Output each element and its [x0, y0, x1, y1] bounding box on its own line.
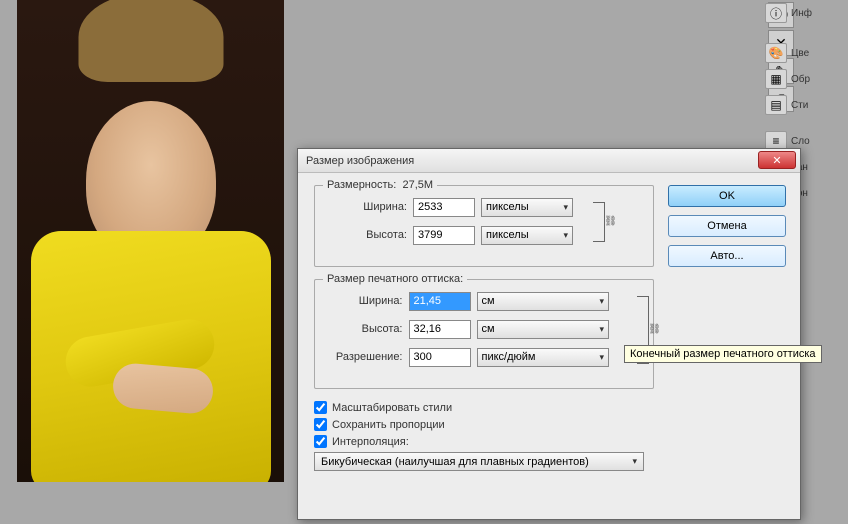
scale-styles-checkbox[interactable]	[314, 401, 327, 414]
doc-height-unit[interactable]: см	[477, 320, 610, 339]
photo-content	[78, 0, 223, 82]
constrain-label: Сохранить пропорции	[332, 419, 445, 431]
chain-icon[interactable]: ⛓	[648, 324, 661, 335]
chain-icon[interactable]: ⛓	[604, 216, 617, 227]
pixel-height-input[interactable]	[413, 226, 475, 245]
constrain-checkbox[interactable]	[314, 418, 327, 431]
styles-panel-icon: ▤	[765, 95, 787, 115]
height-label: Высота:	[329, 229, 407, 241]
panel-label: Инф	[791, 8, 812, 19]
resolution-unit[interactable]: пикс/дюйм	[477, 348, 610, 367]
pixel-dimensions-legend: Размерность: 27,5M	[323, 179, 437, 191]
doc-height-input[interactable]	[409, 320, 471, 339]
info-panel-icon: ⓘ	[765, 3, 787, 23]
resolution-row: Разрешение: пикс/дюйм	[329, 346, 609, 368]
tooltip: Конечный размер печатного оттиска	[624, 345, 822, 363]
panel-label: Цве	[791, 48, 809, 59]
auto-button[interactable]: Авто...	[668, 245, 786, 267]
dialog-buttons: OK Отмена Авто...	[668, 185, 786, 275]
color-panel-icon: 🎨	[765, 43, 787, 63]
panel-swatches[interactable]: ▦ Обр	[763, 66, 848, 92]
document-size-legend: Размер печатного оттиска:	[323, 273, 467, 285]
resample-method-select[interactable]: Бикубическая (наилучшая для плавных град…	[314, 452, 644, 471]
pixel-height-unit[interactable]: пикселы	[481, 226, 573, 245]
pixel-width-row: Ширина: пикселы	[329, 196, 609, 218]
doc-width-row: Ширина: см	[329, 290, 609, 312]
document-photo[interactable]	[17, 0, 284, 482]
width-label: Ширина:	[329, 201, 407, 213]
panel-label: Сти	[791, 100, 808, 111]
link-bracket	[593, 202, 605, 242]
panel-color[interactable]: 🎨 Цве	[763, 40, 848, 66]
resample-row: Интерполяция:	[314, 435, 784, 448]
width-label: Ширина:	[329, 295, 403, 307]
dialog-titlebar[interactable]: Размер изображения ✕	[298, 149, 800, 173]
document-size-fieldset: Размер печатного оттиска: Ширина: см Выс…	[314, 279, 654, 389]
pixel-height-row: Высота: пикселы	[329, 224, 609, 246]
panel-label: Обр	[791, 74, 810, 85]
dialog-title: Размер изображения	[306, 155, 414, 167]
resolution-label: Разрешение:	[329, 351, 403, 363]
resample-checkbox[interactable]	[314, 435, 327, 448]
panel-label: Сло	[791, 136, 810, 147]
doc-width-input[interactable]	[409, 292, 471, 311]
pixel-dimensions-fieldset: Размерность: 27,5M Ширина: пикселы Высот…	[314, 185, 654, 267]
pixel-width-input[interactable]	[413, 198, 475, 217]
scale-styles-row: Масштабировать стили	[314, 401, 784, 414]
constrain-row: Сохранить пропорции	[314, 418, 784, 431]
scale-styles-label: Масштабировать стили	[332, 402, 452, 414]
doc-width-unit[interactable]: см	[477, 292, 610, 311]
resample-label: Интерполяция:	[332, 436, 409, 448]
close-button[interactable]: ✕	[758, 151, 796, 169]
height-label: Высота:	[329, 323, 403, 335]
panel-styles[interactable]: ▤ Сти	[763, 92, 848, 118]
resolution-input[interactable]	[409, 348, 471, 367]
cancel-button[interactable]: Отмена	[668, 215, 786, 237]
pixel-width-unit[interactable]: пикселы	[481, 198, 573, 217]
panel-info[interactable]: ⓘ Инф	[763, 0, 848, 26]
swatches-panel-icon: ▦	[765, 69, 787, 89]
ok-button[interactable]: OK	[668, 185, 786, 207]
doc-height-row: Высота: см	[329, 318, 609, 340]
image-size-dialog: Размер изображения ✕ Размерность: 27,5M …	[297, 148, 801, 520]
